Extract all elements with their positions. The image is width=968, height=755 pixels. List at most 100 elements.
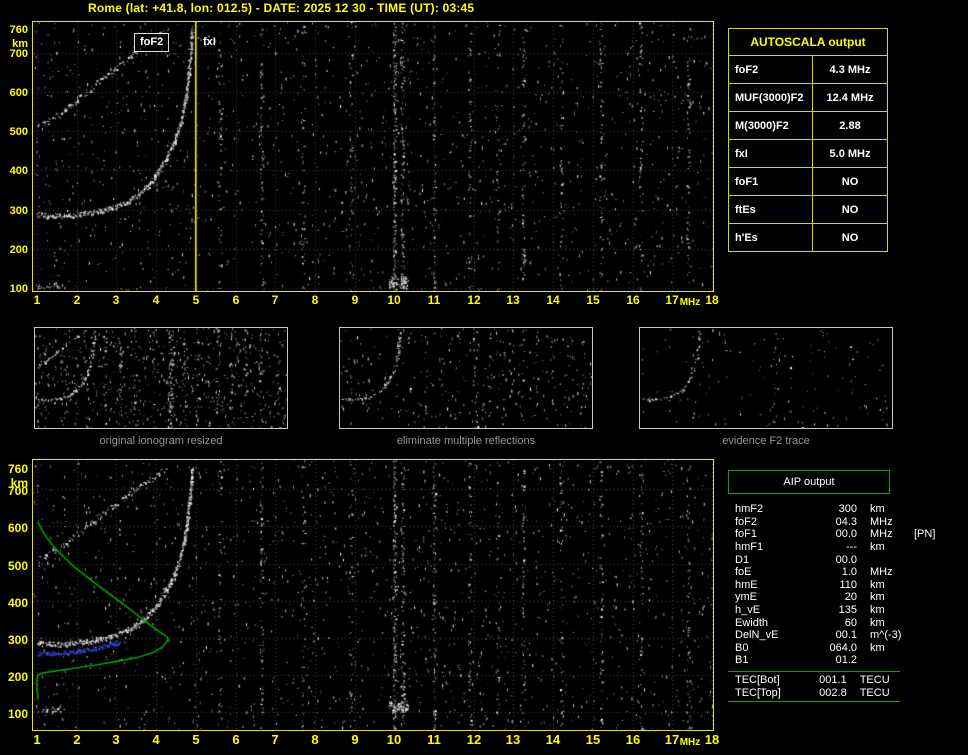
aip-tec-row-label: TEC[Top] [735, 686, 781, 699]
autoscala-row-label: MUF(3000)F2 [728, 83, 813, 112]
x-tick-label: 2 [73, 732, 81, 747]
aip-row: DelN_vE 00.1 m^(-3) [728, 629, 940, 642]
aip-rows: hmF2 300 km foF2 04.3 MHz foF1 00.0 MHz [728, 503, 940, 667]
x-tick-label: 13 [506, 293, 520, 307]
autoscala-row-value: NO [812, 195, 888, 224]
top-plot-y-axis: 760 700 600 500 400 300 200 100 km [0, 21, 30, 295]
autoscala-row: foF2 4.3 MHz [728, 55, 888, 84]
bottom-ionogram-plot [32, 459, 714, 731]
y-tick-label: 760 [7, 462, 28, 476]
aip-row-unit: MHz [870, 515, 893, 528]
x-tick-label: 6 [232, 732, 240, 747]
x-tick-label: 14 [546, 293, 560, 307]
bottom-plot-y-axis: 760 700 600 500 400 300 200 100 km [0, 459, 30, 730]
thumbnail-caption-original: original ionogram resized [99, 435, 223, 447]
aip-row-unit: km [870, 541, 885, 554]
y-tick-label: 300 [7, 633, 28, 647]
aip-row-value: 60 [844, 616, 857, 629]
x-tick-label: 5 [192, 293, 200, 307]
x-tick-label: 18 [704, 732, 720, 747]
top-ionogram-plot: foF2 fxI [32, 21, 714, 292]
x-tick-label: 7 [271, 293, 279, 307]
aip-row-label: hmE [735, 578, 758, 591]
aip-row: foF2 04.3 MHz [728, 516, 940, 529]
x-tick-label: 3 [112, 732, 120, 747]
aip-tec-row-value: 002.8 [819, 686, 847, 699]
aip-output-panel: AIP output hmF2 300 km foF2 04.3 MHz foF… [728, 470, 940, 702]
top-plot-x-axis: 1 2 3 4 5 6 7 8 9 10 11 12 13 14 15 16 17 18 MHz [33, 293, 723, 311]
x-tick-label: 1 [33, 293, 41, 307]
aip-row-label: foF2 [735, 515, 758, 528]
autoscala-row-value: 12.4 MHz [812, 83, 888, 112]
aip-row-unit: km [870, 503, 885, 516]
y-tick-label: 100 [9, 283, 28, 295]
aip-row-unit: km [870, 578, 885, 591]
aip-row-unit: MHz [870, 566, 893, 579]
top-ionogram-canvas [33, 22, 713, 291]
y-tick-label: 100 [7, 707, 28, 721]
autoscala-row-label: foF2 [728, 55, 813, 84]
aip-row-label: ymE [735, 591, 757, 604]
x-tick-label: 10 [386, 732, 402, 747]
y-tick-label: 400 [7, 596, 28, 610]
x-tick-label: 14 [545, 732, 561, 747]
thumbnail-caption-reflections: eliminate multiple reflections [396, 435, 536, 447]
aip-row: hmF2 300 km [728, 503, 940, 516]
thumbnail-multiple-reflections [339, 327, 593, 429]
autoscala-row-label: ftEs [728, 195, 813, 224]
thumbnail-original-canvas [35, 328, 287, 428]
aip-row-label: B0 [735, 641, 749, 654]
autoscala-row: fxI 5.0 MHz [728, 139, 888, 168]
x-tick-label: 9 [351, 732, 359, 747]
autoscala-row-value: 2.88 [812, 111, 888, 140]
y-tick-label: 400 [9, 165, 28, 177]
aip-tec-row-unit: TECU [859, 674, 890, 687]
aip-row-label: foE [735, 566, 752, 579]
aip-row: ymE 20 km [728, 591, 940, 604]
y-tick-label: 600 [9, 87, 28, 99]
autoscala-row-value: 4.3 MHz [812, 55, 888, 84]
aip-tec-row-unit: TECU [859, 686, 890, 699]
aip-row-unit: m^(-3) [870, 629, 902, 642]
x-tick-label: 8 [311, 732, 319, 747]
aip-row-label: h_vE [735, 604, 761, 617]
bottom-ionogram-canvas [33, 460, 713, 730]
x-tick-label: 13 [505, 732, 521, 747]
aip-tec-section: TEC[Bot] 001.1 TECU TEC[Top] 002.8 TECU [728, 670, 900, 702]
autoscala-output-table: AUTOSCALA output foF2 4.3 MHz MUF(3000)F… [728, 28, 888, 252]
aip-row-unit: km [870, 591, 885, 604]
autoscala-row: foF1 NO [728, 167, 888, 196]
y-tick-label: 200 [7, 670, 28, 684]
aip-row-unit: MHz [870, 528, 893, 541]
x-tick-label: 16 [625, 732, 641, 747]
x-tick-label: 1 [33, 732, 41, 747]
x-tick-label: 12 [467, 293, 481, 307]
aip-row-unit: km [870, 641, 885, 654]
aip-row-value: 00.0 [835, 553, 857, 566]
x-axis-unit-label: MHz [679, 737, 701, 748]
x-tick-label: 6 [232, 293, 240, 307]
y-tick-label: 760 [9, 24, 28, 36]
aip-row-value: --- [846, 541, 857, 554]
y-axis-unit-label: km [12, 38, 28, 50]
x-tick-label: 11 [427, 293, 441, 307]
x-tick-label: 15 [586, 293, 600, 307]
aip-tec-row: TEC[Bot] 001.1 TECU [728, 674, 900, 687]
thumbnail-caption-f2: evidence F2 trace [722, 435, 810, 447]
aip-panel-title: AIP output [728, 470, 890, 494]
autoscala-row-label: M(3000)F2 [728, 111, 813, 140]
autoscala-row: h'Es NO [728, 223, 888, 252]
aip-row-unit: km [870, 616, 885, 629]
x-tick-label: 4 [152, 293, 160, 307]
autoscala-row: M(3000)F2 2.88 [728, 111, 888, 140]
aip-row-value: 064.0 [829, 641, 857, 654]
aip-row-value: 00.0 [835, 528, 857, 541]
x-tick-label: 4 [152, 732, 160, 747]
foF2-marker-label: foF2 [134, 33, 170, 52]
autoscala-row-value: 5.0 MHz [812, 139, 888, 168]
aip-row-label: DelN_vE [735, 629, 779, 642]
aip-tec-row: TEC[Top] 002.8 TECU [728, 686, 900, 699]
x-tick-label: 2 [73, 293, 81, 307]
y-axis-unit-label: km [10, 476, 28, 490]
autoscala-table-title: AUTOSCALA output [728, 28, 888, 56]
